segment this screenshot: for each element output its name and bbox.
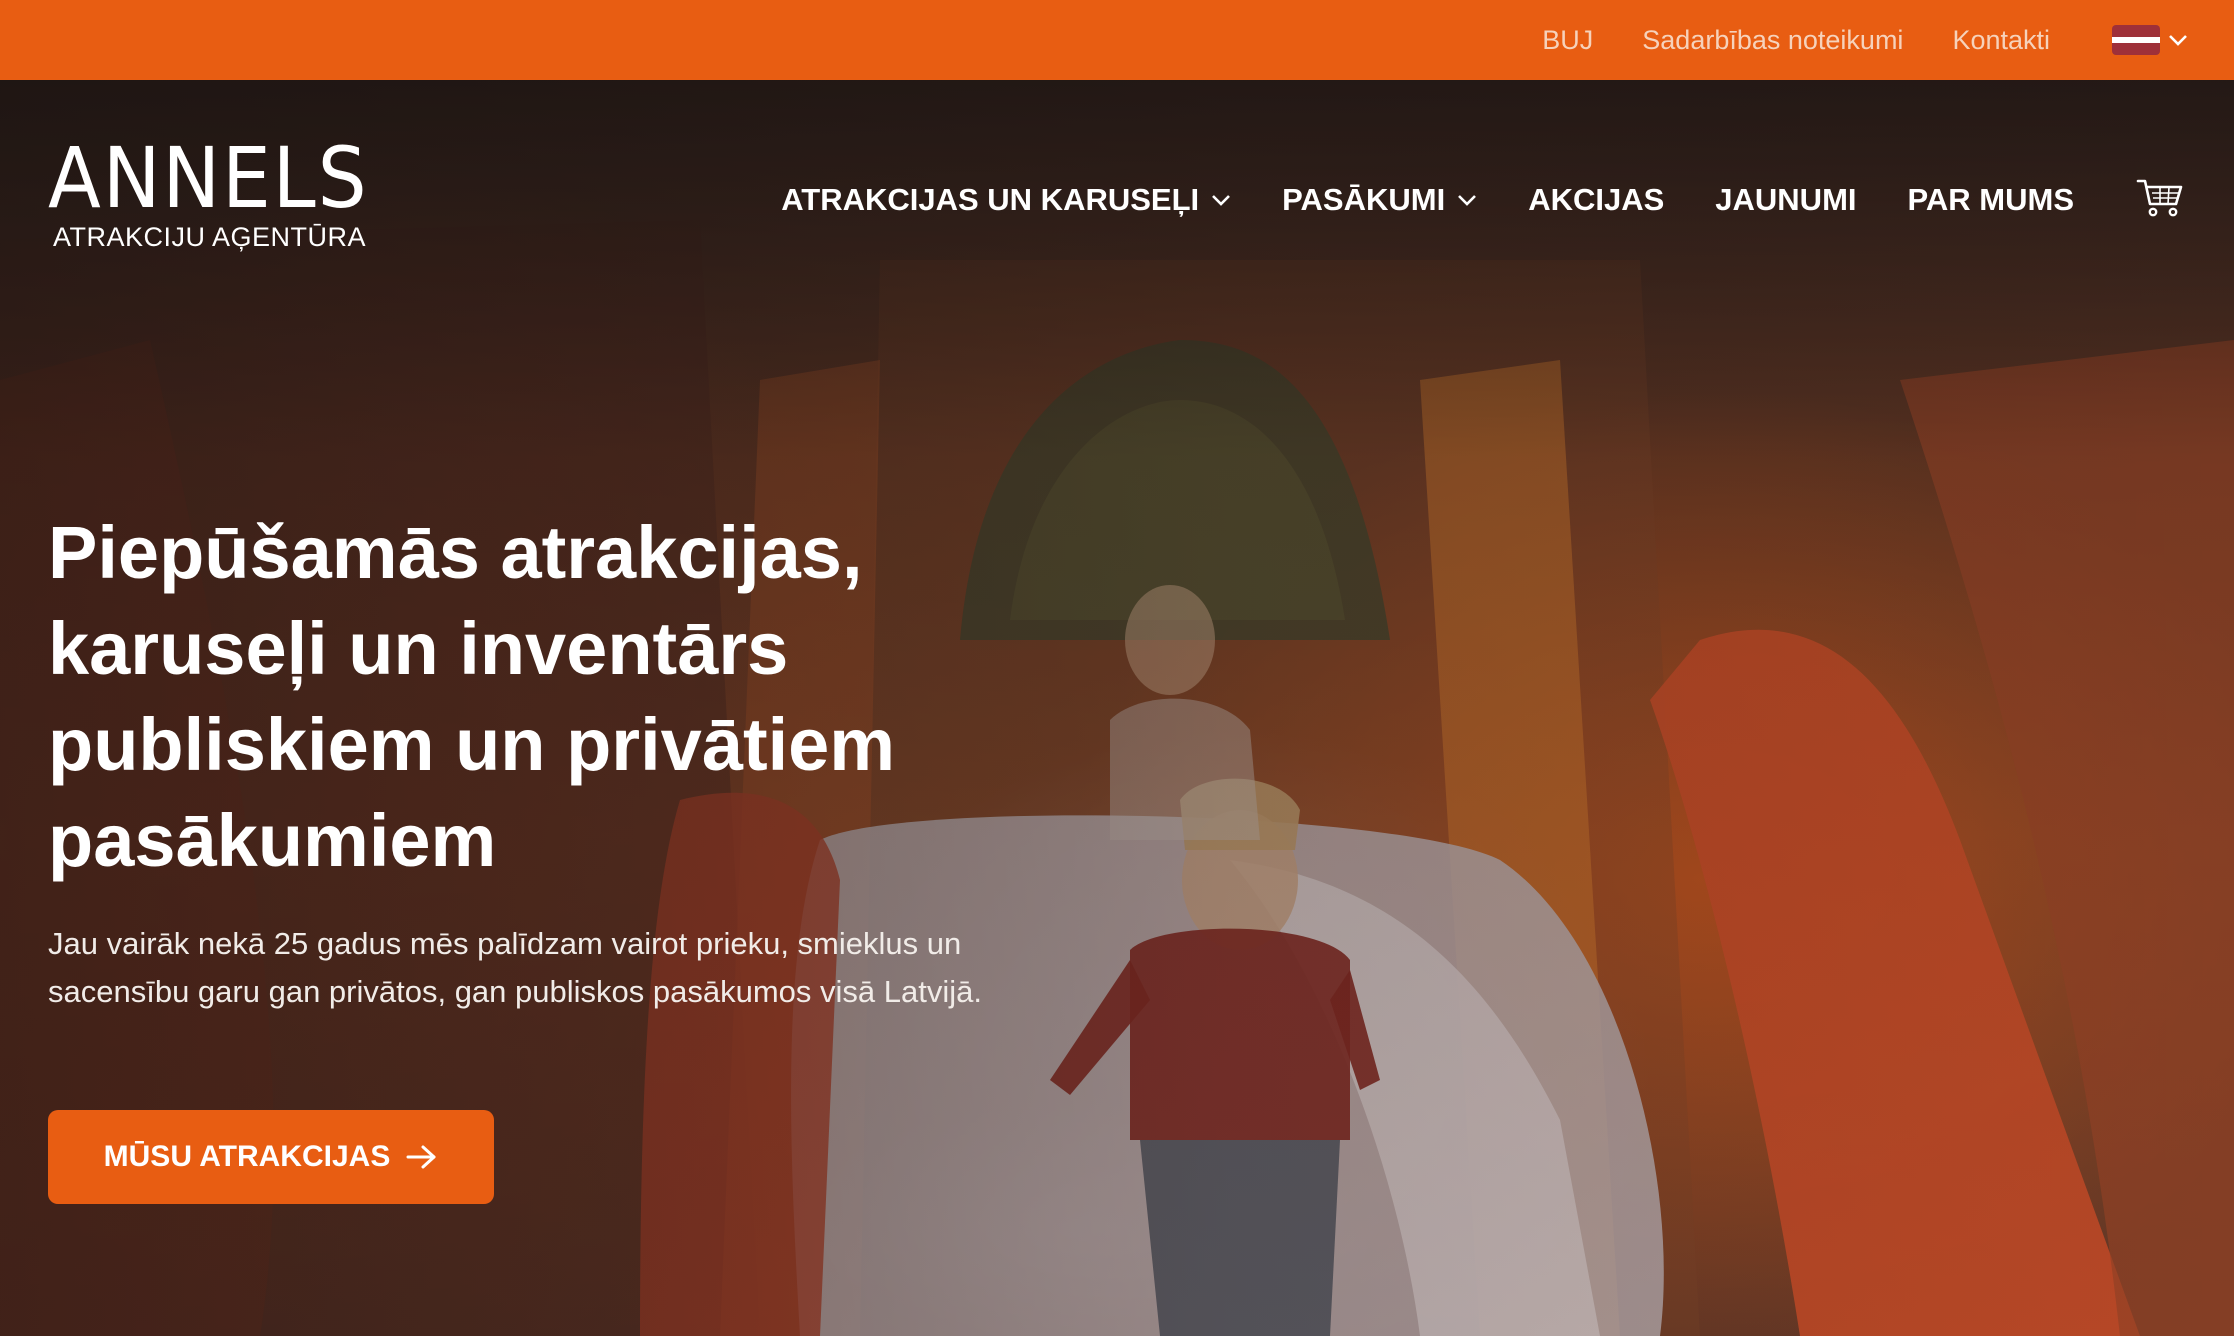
chevron-down-icon <box>1458 195 1477 206</box>
nav-item-label: ATRAKCIJAS UN KARUSEĻI <box>781 182 1200 217</box>
logo-wordmark: ANNELS <box>48 129 369 227</box>
arrow-right-icon <box>406 1145 436 1169</box>
cta-label: MŪSU ATRAKCIJAS <box>103 1140 391 1173</box>
main-navigation: ATRAKCIJAS UN KARUSEĻI PASĀKUMI AKCIJAS … <box>730 175 2074 225</box>
headline-line: Piepūšamās atrakcijas, <box>48 511 863 594</box>
nav-item-label: PAR MUMS <box>1907 182 2074 217</box>
top-utility-bar: BUJ Sadarbības noteikumi Kontakti <box>0 0 2234 80</box>
cart-icon <box>2136 179 2183 217</box>
nav-item-events[interactable]: PASĀKUMI <box>1282 182 1477 218</box>
nav-item-attractions[interactable]: ATRAKCIJAS UN KARUSEĻI <box>781 182 1231 218</box>
hero-section: ANNELS ATRAKCIJU AĢENTŪRA ATRAKCIJAS UN … <box>0 80 2234 1336</box>
headline-line: pasākumiem <box>48 799 497 882</box>
faq-link[interactable]: BUJ <box>1542 25 1593 56</box>
lead-line: Jau vairāk nekā 25 gadus mēs palīdzam va… <box>48 926 962 961</box>
cart-button[interactable] <box>2136 178 2184 223</box>
lead-line: sacensību garu gan privātos, gan publisk… <box>48 974 982 1009</box>
site-logo[interactable]: ANNELS ATRAKCIJU AĢENTŪRA <box>48 129 396 253</box>
contacts-link[interactable]: Kontakti <box>1952 25 2050 56</box>
chevron-down-icon <box>1212 195 1231 206</box>
nav-item-news[interactable]: JAUNUMI <box>1715 182 1856 218</box>
nav-item-about[interactable]: PAR MUMS <box>1908 182 2074 218</box>
hero-headline: Piepūšamās atrakcijas, karuseļi un inven… <box>48 505 1148 889</box>
terms-link[interactable]: Sadarbības noteikumi <box>1642 25 1903 56</box>
nav-item-label: AKCIJAS <box>1528 182 1665 217</box>
latvia-flag-icon <box>2112 25 2160 55</box>
hero-lead-text: Jau vairāk nekā 25 gadus mēs palīdzam va… <box>48 920 1128 1016</box>
headline-line: karuseļi un inventārs <box>48 607 789 690</box>
language-selector[interactable] <box>2112 25 2188 55</box>
nav-item-promotions[interactable]: AKCIJAS <box>1528 182 1664 218</box>
our-attractions-button[interactable]: MŪSU ATRAKCIJAS <box>48 1110 494 1204</box>
nav-item-label: PASĀKUMI <box>1282 182 1446 217</box>
chevron-down-icon <box>2169 35 2187 46</box>
headline-line: publiskiem un privātiem <box>48 703 896 786</box>
nav-item-label: JAUNUMI <box>1715 182 1857 217</box>
